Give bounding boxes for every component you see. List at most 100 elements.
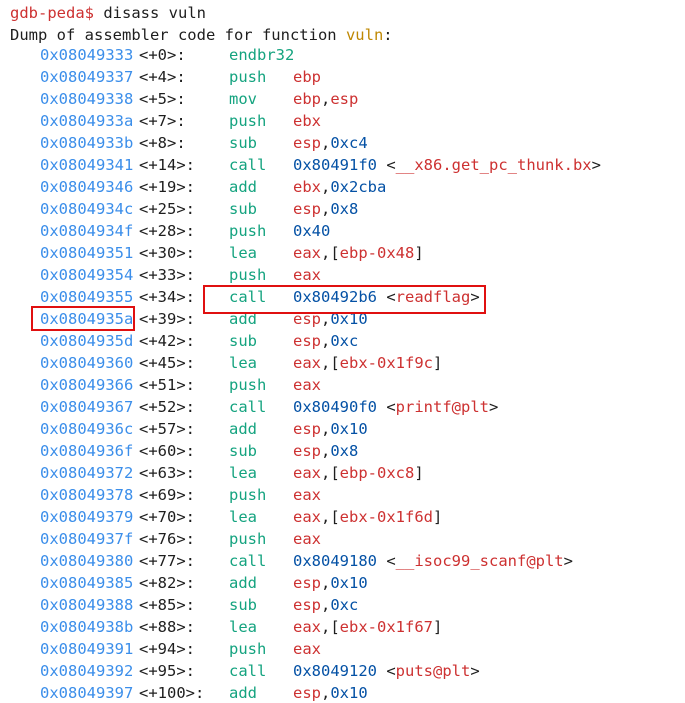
instruction-mnemonic: lea (229, 354, 257, 372)
operand-punc: ] (414, 464, 424, 482)
instruction-offset: <+94>: (139, 640, 195, 658)
instruction-operands: eax,[ebp-0xc8] (293, 462, 424, 484)
operand-reg: ebp-0x48 (339, 244, 415, 262)
instruction-mnemonic: endbr32 (229, 46, 295, 64)
instruction-offset: <+57>: (139, 420, 195, 438)
instruction-operands: 0x40 (293, 220, 330, 242)
operand-num: 0x8 (330, 200, 359, 218)
instruction-operands: ebp (293, 66, 321, 88)
instruction-address: 0x0804933b (40, 134, 134, 152)
instruction-operands: eax (293, 484, 321, 506)
gdb-prompt: gdb-peda$ (10, 4, 94, 22)
operand-num: 0x10 (330, 310, 368, 328)
instruction-mnemonic: push (229, 222, 267, 240)
operand-punc: < (377, 156, 396, 174)
disasm-row: 0x0804933a <+7>: push ebx (0, 110, 685, 132)
dump-header-suffix: : (383, 26, 393, 44)
instruction-address: 0x08049360 (40, 354, 134, 372)
operand-reg: ebp (293, 68, 321, 86)
operand-punc: ,[ (321, 354, 340, 372)
instruction-mnemonic: lea (229, 244, 257, 262)
operand-reg: eax (293, 530, 321, 548)
operand-num: 0xc4 (330, 134, 368, 152)
operand-num: 0x8049180 (293, 552, 377, 570)
operand-reg: esp (330, 90, 359, 108)
instruction-offset: <+95>: (139, 662, 195, 680)
instruction-offset: <+0>: (139, 46, 186, 64)
operand-num: 0x2cba (330, 178, 387, 196)
instruction-operands: esp,0x10 (293, 682, 368, 703)
operand-punc: < (377, 288, 396, 306)
instruction-mnemonic: add (229, 420, 257, 438)
operand-punc: ,[ (321, 508, 340, 526)
command-line: gdb-peda$ disass vuln (10, 2, 206, 24)
operand-num: 0x10 (330, 574, 368, 592)
instruction-mnemonic: sub (229, 442, 257, 460)
operand-reg: eax (293, 640, 321, 658)
operand-num: 0x80492b6 (293, 288, 377, 306)
operand-reg: ebx-0x1f67 (339, 618, 433, 636)
operand-num: 0x80491f0 (293, 156, 377, 174)
operand-reg: esp (293, 574, 321, 592)
instruction-address: 0x08049333 (40, 46, 134, 64)
instruction-offset: <+88>: (139, 618, 195, 636)
instruction-offset: <+34>: (139, 288, 195, 306)
operand-num: 0x40 (293, 222, 331, 240)
instruction-address: 0x08049391 (40, 640, 134, 658)
instruction-offset: <+5>: (139, 90, 186, 108)
command-text: disass vuln (103, 4, 206, 22)
instruction-operands: eax (293, 528, 321, 550)
disasm-row: 0x0804935d <+42>: sub esp,0xc (0, 330, 685, 352)
operand-punc: , (321, 134, 331, 152)
operand-punc: , (321, 684, 331, 702)
instruction-address: 0x08049366 (40, 376, 134, 394)
operand-num: 0xc (330, 332, 359, 350)
operand-punc: , (321, 596, 331, 614)
instruction-offset: <+77>: (139, 552, 195, 570)
instruction-operands: esp,0x10 (293, 308, 368, 330)
disasm-row: 0x0804936c <+57>: add esp,0x10 (0, 418, 685, 440)
operand-punc: ,[ (321, 244, 340, 262)
instruction-address: 0x0804935d (40, 332, 134, 350)
disasm-row: 0x08049366 <+51>: push eax (0, 374, 685, 396)
instruction-mnemonic: push (229, 486, 267, 504)
instruction-mnemonic: mov (229, 90, 257, 108)
operand-punc: ] (433, 354, 443, 372)
instruction-address: 0x08049351 (40, 244, 134, 262)
instruction-operands: esp,0x10 (293, 418, 368, 440)
dump-header-prefix: Dump of assembler code for function (10, 26, 346, 44)
instruction-mnemonic: call (229, 156, 267, 174)
instruction-offset: <+42>: (139, 332, 195, 350)
instruction-mnemonic: sub (229, 596, 257, 614)
instruction-mnemonic: push (229, 266, 267, 284)
instruction-address: 0x08049346 (40, 178, 134, 196)
instruction-mnemonic: call (229, 662, 267, 680)
instruction-mnemonic: lea (229, 464, 257, 482)
instruction-offset: <+28>: (139, 222, 195, 240)
terminal-window[interactable]: gdb-peda$ disass vuln Dump of assembler … (0, 0, 685, 703)
instruction-address: 0x08049341 (40, 156, 134, 174)
operand-punc: > (489, 398, 499, 416)
disasm-row: 0x08049338 <+5>: mov ebp,esp (0, 88, 685, 110)
instruction-offset: <+63>: (139, 464, 195, 482)
operand-reg: eax (293, 244, 321, 262)
instruction-operands: eax (293, 374, 321, 396)
operand-sym: puts@plt (395, 662, 471, 680)
instruction-operands: eax (293, 638, 321, 660)
instruction-mnemonic: add (229, 310, 257, 328)
operand-reg: esp (293, 200, 321, 218)
instruction-address: 0x08049397 (40, 684, 134, 702)
operand-punc: ,[ (321, 464, 340, 482)
operand-punc: ] (414, 244, 424, 262)
instruction-address: 0x0804935a (40, 310, 134, 328)
operand-punc: , (321, 310, 331, 328)
instruction-mnemonic: add (229, 684, 257, 702)
disasm-row: 0x08049379 <+70>: lea eax,[ebx-0x1f6d] (0, 506, 685, 528)
instruction-mnemonic: sub (229, 134, 257, 152)
operand-reg: eax (293, 486, 321, 504)
instruction-operands: 0x80492b6 <readflag> (293, 286, 480, 308)
operand-reg: eax (293, 464, 321, 482)
disasm-row: 0x08049346 <+19>: add ebx,0x2cba (0, 176, 685, 198)
disasm-row: 0x08049333 <+0>: endbr32 (0, 44, 685, 66)
instruction-offset: <+7>: (139, 112, 186, 130)
